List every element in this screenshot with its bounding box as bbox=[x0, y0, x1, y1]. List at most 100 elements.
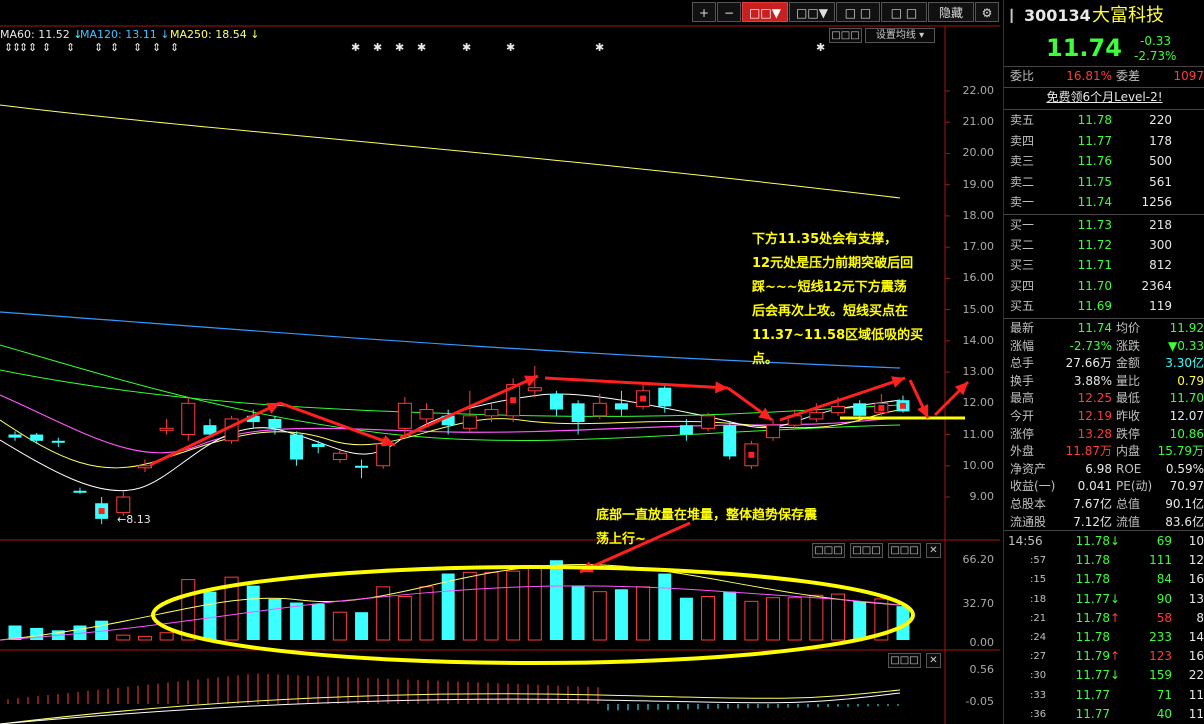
event-marker: ✱ bbox=[395, 41, 404, 54]
bid-volume: 2364 bbox=[1141, 278, 1172, 293]
bid-price: 11.70 bbox=[1077, 278, 1112, 293]
tick-time: :27 bbox=[1030, 651, 1047, 663]
close-icon[interactable]: ✕ bbox=[926, 543, 941, 558]
trend-arrow-4 bbox=[544, 376, 729, 390]
stat-row: 总股本 7.67亿 总值 90.1亿 bbox=[1004, 495, 1204, 514]
stat-value: 0.041 bbox=[1077, 479, 1112, 494]
volume-annotation: 底部一直放量在堆量，整体趋势保存震 荡上行~ bbox=[596, 508, 818, 547]
event-marker: ✱ bbox=[417, 41, 426, 54]
macd-option-button[interactable]: □□□ bbox=[888, 653, 921, 668]
stat-row: 流通股 7.12亿 流值 83.6亿 bbox=[1004, 513, 1204, 532]
candle-body-down bbox=[8, 434, 22, 438]
ask-volume: 178 bbox=[1149, 133, 1172, 148]
tick-count: 22 bbox=[1188, 668, 1204, 683]
stat-label: 昨收 bbox=[1116, 409, 1141, 423]
ask-volume: 1256 bbox=[1141, 195, 1172, 210]
stat-label: 收益(一) bbox=[1010, 479, 1056, 494]
stat-label: 换手 bbox=[1010, 373, 1035, 388]
volume-bar-up bbox=[116, 634, 131, 641]
volume-bar-up bbox=[137, 635, 152, 641]
kline-chart-area[interactable]: + − □□▼ □□▼ □ □ □ □ 隐藏 ⚙ MA60: 11.52 ↓ M… bbox=[0, 0, 1000, 724]
candle-marker bbox=[900, 402, 906, 409]
event-marker: ✱ bbox=[816, 41, 825, 54]
candle-body-up bbox=[181, 402, 196, 436]
price-change-pct: -2.73% bbox=[1134, 49, 1177, 63]
candle-body-up bbox=[484, 409, 499, 417]
tick-volume: 40 bbox=[1156, 706, 1172, 721]
stat-value: 27.66万 bbox=[1065, 356, 1112, 371]
stat-row: 净资产 6.98 ROE 0.59% bbox=[1004, 460, 1204, 479]
tick-price: 11.77 bbox=[1075, 687, 1110, 702]
event-marker: ✱ bbox=[595, 41, 604, 54]
last-price: 11.74 bbox=[1046, 34, 1122, 62]
dif-line bbox=[0, 689, 901, 724]
event-marker: ⇕ bbox=[152, 41, 161, 54]
candle-marker bbox=[510, 397, 517, 404]
volume-bar-up bbox=[787, 597, 802, 641]
stat-value: 11.92 bbox=[1169, 321, 1204, 335]
candle-marker bbox=[98, 508, 105, 515]
ask-price: 11.78 bbox=[1077, 113, 1112, 127]
stat-row: 外盘 11.87万 内盘 15.79万 bbox=[1004, 442, 1204, 461]
candle-body-up bbox=[419, 409, 434, 420]
candle-body-down bbox=[51, 440, 65, 443]
volume-bar-up bbox=[397, 595, 412, 641]
candle-body-down bbox=[30, 434, 44, 441]
candle-body-up bbox=[831, 405, 846, 414]
tick-direction-icon: ↑ bbox=[1110, 610, 1121, 625]
stat-row: 换手 3.88% 量比 0.79 bbox=[1004, 372, 1204, 391]
event-marker: ⇕ bbox=[110, 41, 119, 54]
volume-bar-up bbox=[766, 597, 781, 641]
volume-bar-up bbox=[592, 591, 607, 641]
bid-label: 买四 bbox=[1010, 278, 1035, 293]
menu-icon: ┃ bbox=[1008, 9, 1016, 23]
stat-label: ROE bbox=[1116, 461, 1142, 476]
event-marker: ⇕ bbox=[28, 41, 37, 54]
volume-bar-up bbox=[809, 594, 824, 641]
tick-price: 11.78 bbox=[1075, 534, 1110, 548]
stat-value: 11.74 bbox=[1077, 321, 1112, 335]
price-tick: 19.00 bbox=[962, 177, 995, 191]
tick-volume: 111 bbox=[1149, 553, 1172, 568]
volume-bar-up bbox=[527, 566, 542, 641]
tick-row: 14:56 11.78 ↓ 69 10 bbox=[1004, 532, 1204, 551]
ask-row: 卖四 11.77 178 bbox=[1004, 132, 1204, 151]
stock-header[interactable]: ┃ 300134 大富科技 bbox=[1004, 4, 1204, 28]
trend-arrow-6-head bbox=[891, 376, 905, 388]
stat-label: 最低 bbox=[1116, 391, 1141, 406]
close-icon[interactable]: ✕ bbox=[926, 653, 941, 668]
tick-volume: 84 bbox=[1156, 572, 1172, 587]
stat-value: 15.79万 bbox=[1157, 444, 1204, 459]
bid-row: 买一 11.73 218 bbox=[1004, 216, 1204, 235]
event-marker: ✱ bbox=[351, 41, 360, 54]
volume-bar-down bbox=[441, 573, 455, 640]
price-tick: 22.00 bbox=[962, 84, 995, 97]
bid-price: 11.73 bbox=[1077, 218, 1112, 232]
volume-bar-up bbox=[744, 600, 759, 641]
volume-bar-down bbox=[614, 589, 628, 640]
bid-row: 买四 11.70 2364 bbox=[1004, 277, 1204, 296]
tick-direction-icon: ↓ bbox=[1110, 668, 1121, 683]
volume-tick: 66.20 bbox=[962, 553, 995, 566]
tick-volume: 233 bbox=[1149, 630, 1172, 644]
ask-row: 卖一 11.74 1256 bbox=[1004, 193, 1204, 212]
candle-body-down bbox=[268, 418, 282, 429]
volume-option-button-3[interactable]: □□□ bbox=[888, 543, 921, 558]
candle-body-up bbox=[462, 415, 477, 429]
stat-row: 涨幅 -2.73% 涨跌 ▼0.33 bbox=[1004, 337, 1204, 356]
ask-volume: 220 bbox=[1149, 113, 1172, 127]
tick-price: 11.77 bbox=[1075, 591, 1110, 606]
volume-bar-up bbox=[332, 611, 347, 641]
level2-promo-link[interactable]: 免费领6个月Level-2! bbox=[1004, 88, 1204, 107]
candle-body-up bbox=[766, 424, 781, 439]
volume-bar-down bbox=[658, 573, 672, 640]
stat-label: 外盘 bbox=[1010, 444, 1035, 459]
event-marker: ⇕ bbox=[66, 41, 75, 54]
candle-body-up bbox=[592, 402, 607, 417]
event-marker: ⇕ bbox=[133, 41, 142, 54]
candle-body-down bbox=[723, 425, 737, 457]
stock-code: 300134 bbox=[1024, 6, 1091, 25]
stat-value: ▼0.33 bbox=[1168, 338, 1204, 353]
ask-row: 卖三 11.76 500 bbox=[1004, 152, 1204, 171]
bid-label: 买五 bbox=[1010, 298, 1035, 313]
